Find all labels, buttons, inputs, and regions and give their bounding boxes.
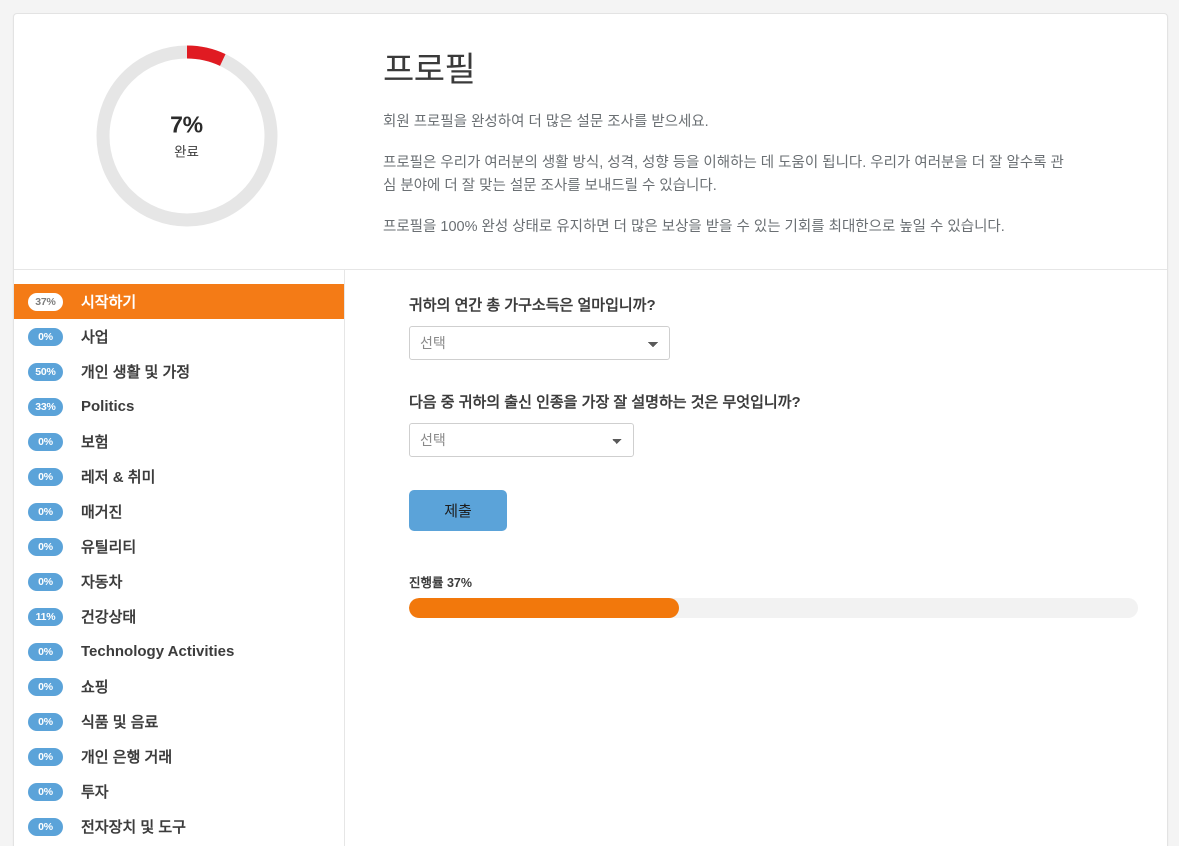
sidebar-item-5[interactable]: 0% 레저 & 취미 [14,459,344,494]
sidebar-item-0[interactable]: 37% 시작하기 [14,284,344,319]
sidebar-item-3[interactable]: 33% Politics [14,389,344,424]
sidebar-item-7[interactable]: 0% 유틸리티 [14,529,344,564]
sidebar-item-label: 개인 생활 및 가정 [81,364,191,381]
sidebar-item-label: 투자 [81,784,109,801]
sidebar-item-15[interactable]: 0% 전자장치 및 도구 [14,809,344,844]
sidebar-item-label: 개인 은행 거래 [81,749,173,766]
sidebar-item-label: 보험 [81,434,109,451]
sidebar-item-4[interactable]: 0% 보험 [14,424,344,459]
submit-button[interactable]: 제출 [409,490,507,531]
sidebar-item-label: Technology Activities [81,643,235,660]
sidebar-item-badge: 0% [28,467,63,486]
sidebar-item-label: 식품 및 음료 [81,714,159,731]
income-select[interactable]: 선택 [409,326,670,360]
sidebar-item-label: 자동차 [81,574,123,591]
page-title: 프로필 [383,51,476,89]
profile-body: 37% 시작하기 0% 사업 50% 개인 생활 및 가정 33% Politics 0% 보험 0… [14,270,1167,846]
sidebar-item-badge: 0% [28,782,63,801]
completion-donut: 7% 완료 [89,38,285,234]
sidebar-item-badge: 33% [28,397,63,416]
sidebar-item-badge: 0% [28,712,63,731]
hero-paragraph-3: 프로필을 100% 완성 상태로 유지하면 더 많은 보상을 받을 수 있는 기… [383,218,1005,235]
donut-percent: 7% [170,111,203,138]
sidebar-item-badge: 0% [28,817,63,836]
sidebar-item-11[interactable]: 0% 쇼핑 [14,669,344,704]
question-income-label: 귀하의 연간 총 가구소득은 얼마입니까? [409,297,656,314]
sidebar-item-label: Politics [81,398,135,415]
sidebar-item-label: 건강상태 [81,609,137,626]
donut-label: 완료 [174,144,199,160]
progress-bar-track [409,598,1138,618]
sidebar-item-badge: 0% [28,432,63,451]
page: 7% 완료 프로필 회원 프로필을 완성하여 더 많은 설문 조사를 받으세요.… [0,0,1179,846]
sidebar-item-8[interactable]: 0% 자동차 [14,564,344,599]
sidebar-item-badge: 0% [28,327,63,346]
sidebar-item-badge: 37% [28,292,63,311]
sidebar-item-badge: 0% [28,572,63,591]
progress-label: 진행률 37% [409,576,472,590]
sidebar-item-label: 유틸리티 [81,539,137,556]
sidebar-item-2[interactable]: 50% 개인 생활 및 가정 [14,354,344,389]
donut-center-text: 7% 완료 [89,111,285,160]
sidebar-item-badge: 50% [28,362,63,381]
sidebar-item-label: 레저 & 취미 [81,469,156,486]
profile-form: 귀하의 연간 총 가구소득은 얼마입니까? 선택 다음 중 귀하의 출신 인종을… [345,270,1167,846]
sidebar-item-badge: 0% [28,677,63,696]
sidebar-item-label: 전자장치 및 도구 [81,819,186,836]
sidebar-item-badge: 0% [28,747,63,766]
sidebar-item-12[interactable]: 0% 식품 및 음료 [14,704,344,739]
hero-paragraph-2: 프로필은 우리가 여러분의 생활 방식, 성격, 성향 등을 이해하는 데 도움… [383,154,1064,195]
category-sidebar: 37% 시작하기 0% 사업 50% 개인 생활 및 가정 33% Politics 0% 보험 0… [14,270,345,846]
sidebar-item-9[interactable]: 11% 건강상태 [14,599,344,634]
sidebar-item-13[interactable]: 0% 개인 은행 거래 [14,739,344,774]
hero-text: 프로필 회원 프로필을 완성하여 더 많은 설문 조사를 받으세요. 프로필은 … [359,32,1167,239]
sidebar-item-label: 시작하기 [81,294,137,311]
sidebar-item-6[interactable]: 0% 매거진 [14,494,344,529]
progress-bar-fill [409,598,679,618]
sidebar-item-10[interactable]: 0% Technology Activities [14,634,344,669]
sidebar-item-label: 매거진 [81,504,123,521]
profile-hero: 7% 완료 프로필 회원 프로필을 완성하여 더 많은 설문 조사를 받으세요.… [14,14,1167,270]
sidebar-item-badge: 11% [28,607,63,626]
question-ethnicity-label: 다음 중 귀하의 출신 인종을 가장 잘 설명하는 것은 무엇입니까? [409,394,801,411]
ethnicity-select[interactable]: 선택 [409,423,634,457]
profile-card: 7% 완료 프로필 회원 프로필을 완성하여 더 많은 설문 조사를 받으세요.… [13,13,1168,846]
hero-paragraph-1: 회원 프로필을 완성하여 더 많은 설문 조사를 받으세요. [383,114,709,131]
sidebar-item-badge: 0% [28,537,63,556]
sidebar-item-badge: 0% [28,502,63,521]
sidebar-item-label: 쇼핑 [81,679,109,696]
sidebar-item-badge: 0% [28,642,63,661]
sidebar-item-1[interactable]: 0% 사업 [14,319,344,354]
sidebar-item-label: 사업 [81,329,109,346]
sidebar-item-14[interactable]: 0% 투자 [14,774,344,809]
completion-donut-container: 7% 완료 [14,32,359,234]
